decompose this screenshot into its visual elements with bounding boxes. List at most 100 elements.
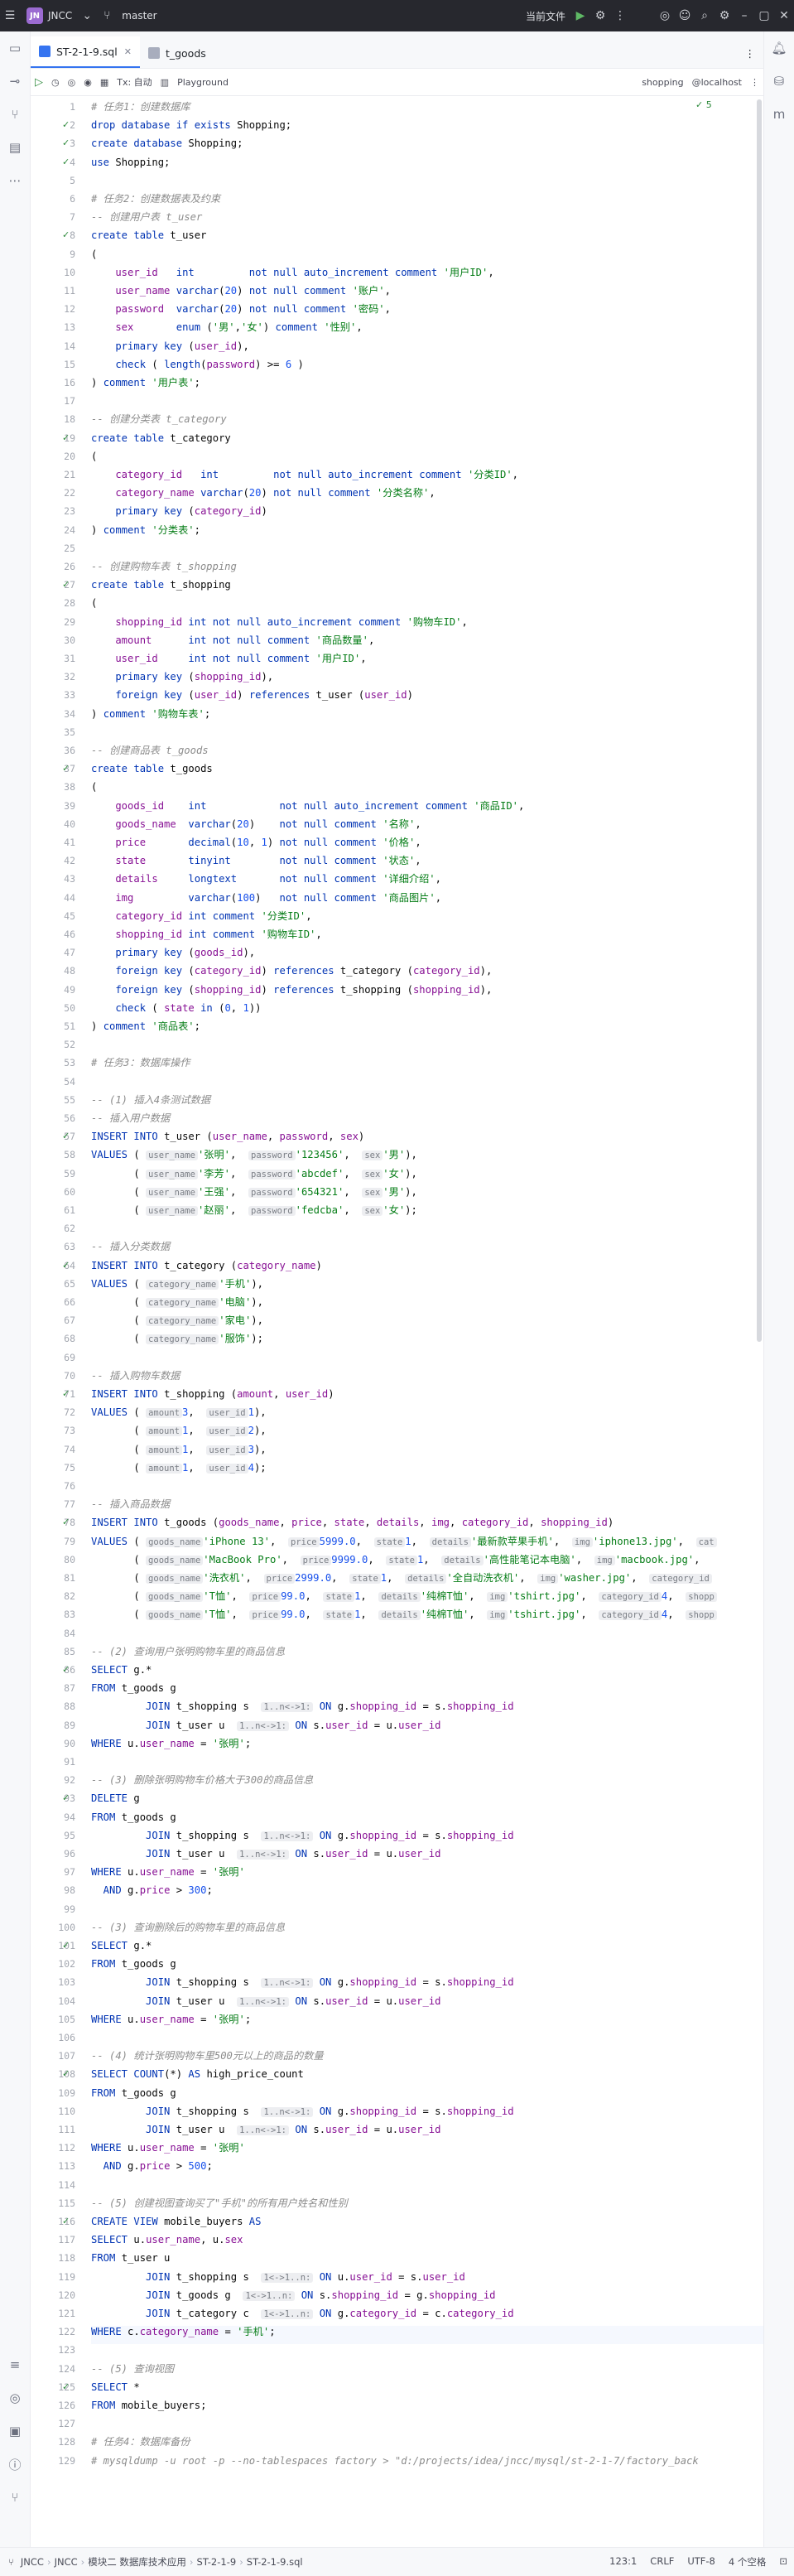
vcs-icon[interactable]: ⑂ — [0, 98, 30, 131]
stop-icon[interactable]: ◉ — [84, 77, 92, 88]
services-icon[interactable]: ≡ — [0, 2348, 30, 2381]
caret-position[interactable]: 123:1 — [609, 2555, 637, 2569]
commit-icon[interactable]: ⊸ — [0, 65, 30, 98]
code-token: , — [631, 1572, 650, 1584]
close-icon[interactable]: ✕ — [774, 6, 794, 26]
code-token: not null comment — [279, 837, 383, 848]
debug-icon[interactable]: ⚙ — [590, 6, 610, 26]
executed-check-icon: ✓ — [62, 763, 70, 774]
code-editor[interactable]: # 任务1：创建数据库 drop database if exists Shopp… — [91, 96, 763, 2547]
close-icon[interactable]: ✕ — [124, 46, 132, 57]
line-number: 127 — [58, 2418, 75, 2430]
code-token: INSERT INTO — [91, 1131, 165, 1143]
code-token: state — [334, 1517, 365, 1529]
git-icon[interactable]: ⑂ — [0, 2481, 30, 2514]
scrollbar-thumb[interactable] — [757, 99, 762, 1342]
terminal-icon[interactable]: ▣ — [0, 2414, 30, 2448]
code-line: foreign key (category_id) references t_c… — [91, 962, 492, 980]
code-token: '商品ID' — [474, 799, 519, 812]
code-token: Shopping; — [188, 137, 243, 150]
playground-select[interactable]: Playground — [177, 77, 229, 88]
code-token: ( — [188, 965, 195, 977]
code-token: ( — [91, 450, 98, 462]
folder-icon[interactable]: ▭ — [0, 31, 30, 65]
code-token: u. — [128, 2013, 140, 2025]
history-icon[interactable]: ◷ — [51, 77, 60, 88]
inlay-hint: 1..n<->1: — [237, 1850, 290, 1860]
line-number: 41 — [64, 837, 75, 848]
code-token: > — [170, 2160, 189, 2173]
problems-icon[interactable]: ⓘ — [0, 2448, 30, 2481]
ai-assistant-icon[interactable]: ◎ — [655, 6, 675, 26]
code-token: # mysqldump -u root -p --no-tablespaces … — [91, 2454, 699, 2467]
tx-mode[interactable]: Tx: 自动 — [117, 75, 152, 89]
code-token: , — [248, 837, 262, 848]
code-token: check — [91, 358, 152, 370]
line-number: 106 — [58, 2032, 75, 2043]
code-line: ( category_name '电脑'), — [91, 1293, 263, 1311]
database-icon[interactable]: ⛁ — [764, 65, 794, 98]
more-icon[interactable]: ⋮ — [750, 77, 759, 88]
code-token: user_id — [349, 2270, 392, 2283]
project-name[interactable]: JNCC — [48, 10, 72, 22]
tab-st-2-1-9-sql[interactable]: ST-2-1-9.sql ✕ — [31, 36, 140, 68]
m-icon[interactable]: m — [764, 98, 794, 131]
code-token: , — [461, 615, 468, 628]
execute-icon[interactable]: ▷ — [35, 76, 43, 89]
explain-icon[interactable]: ◎ — [68, 77, 76, 88]
breadcrumb-4[interactable]: ST-2-1-9.sql — [247, 2556, 303, 2568]
maximize-icon[interactable]: ▢ — [754, 6, 774, 26]
indent-setting[interactable]: 4 个空格 — [729, 2555, 766, 2569]
code-token: 'abcdef' — [295, 1167, 344, 1179]
search-icon[interactable]: ⌕ — [695, 6, 715, 26]
code-token: = — [194, 1866, 213, 1879]
code-token: price — [139, 2160, 171, 2173]
code-line: INSERT INTO t_category (category_name) — [91, 1257, 322, 1275]
settings-icon[interactable]: ⚙ — [715, 6, 734, 26]
main-menu-icon[interactable]: ☰ — [0, 6, 20, 26]
line-number: 32 — [64, 671, 75, 683]
file-encoding[interactable]: UTF-8 — [687, 2555, 715, 2569]
code-token: enum — [176, 321, 207, 334]
notifications-icon[interactable]: 🔔︎ — [764, 31, 794, 65]
code-token: t_goods g — [121, 1811, 176, 1823]
line-separator[interactable]: CRLF — [650, 2555, 674, 2569]
chevron-down-icon[interactable]: ⌄ — [77, 6, 97, 26]
run-tool-icon[interactable]: ◎ — [0, 2381, 30, 2414]
breadcrumb-0[interactable]: JNCC — [21, 2556, 44, 2568]
branch-name[interactable]: master — [122, 10, 156, 22]
grid-icon[interactable]: ▦ — [100, 77, 108, 88]
code-token: ) — [237, 689, 249, 702]
code-token: 5999.0 — [319, 1535, 356, 1547]
more-icon[interactable]: ⋮ — [610, 6, 630, 26]
code-line: category_id int not null auto_increment … — [91, 466, 518, 484]
code-token: SELECT — [91, 2234, 134, 2246]
more-tools-icon[interactable]: ⋯ — [0, 164, 30, 197]
code-token: ( — [91, 1425, 147, 1437]
tab-t-goods[interactable]: t_goods — [140, 38, 214, 68]
account-icon[interactable]: ☺ — [675, 6, 695, 26]
code-token: sex — [91, 321, 176, 334]
code-token: g. — [337, 1700, 350, 1713]
code-token: ), — [479, 965, 493, 977]
code-token: ), — [253, 1425, 267, 1437]
code-line: ( amount 1, user_id 4); — [91, 1459, 267, 1477]
breadcrumb-2[interactable]: 模块二 数据库技术应用 — [88, 2555, 186, 2569]
schema-select[interactable]: shopping — [642, 77, 683, 88]
run-config[interactable]: 当前文件 — [526, 9, 565, 23]
lock-icon[interactable]: ⊡ — [779, 2555, 787, 2569]
breadcrumb-1[interactable]: JNCC — [55, 2556, 78, 2568]
line-number: 38 — [64, 781, 75, 794]
structure-icon[interactable]: ▤ — [0, 131, 30, 164]
code-line: JOIN t_shopping s 1..n<->1: ON g.shoppin… — [91, 1697, 514, 1715]
code-token: 'MacBook Pro' — [203, 1553, 282, 1565]
run-icon[interactable]: ▶ — [570, 6, 590, 26]
datasource-select[interactable]: @localhost — [692, 77, 742, 88]
tab-more-icon[interactable]: ⋮ — [737, 38, 764, 68]
code-token: 1 — [261, 837, 267, 848]
minimize-icon[interactable]: – — [734, 6, 754, 26]
commit-tx-icon[interactable]: ▥ — [161, 77, 169, 88]
inspection-widget[interactable]: ✓ 5 — [695, 99, 712, 110]
breadcrumb-3[interactable]: ST-2-1-9 — [197, 2556, 237, 2568]
code-line: DELETE g — [91, 1789, 140, 1807]
